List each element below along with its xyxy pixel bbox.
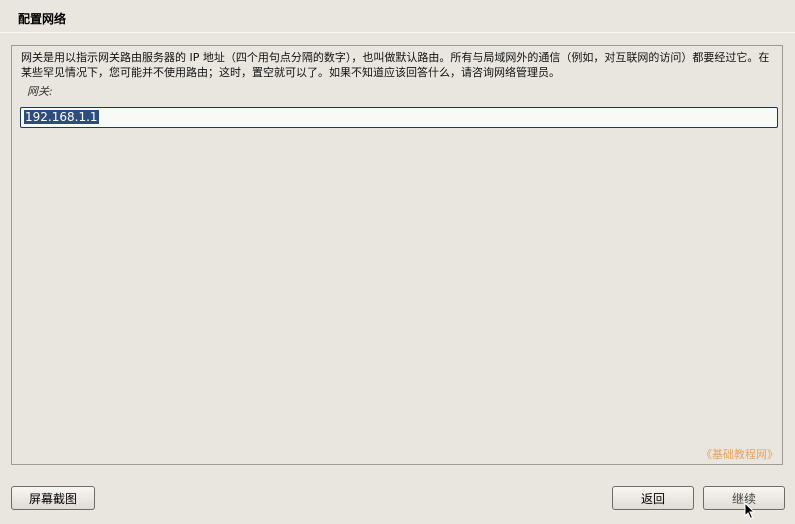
gateway-input[interactable]: 192.168.1.1 [20,107,778,128]
screenshot-button[interactable]: 屏幕截图 [11,486,95,510]
mouse-pointer-icon [744,501,756,524]
back-button[interactable]: 返回 [612,486,694,510]
gateway-label: 网关: [27,85,53,98]
page-title: 配置网络 [18,12,67,26]
gateway-input-value: 192.168.1.1 [24,110,99,124]
gateway-description: 网关是用以指示网关路由服务器的 IP 地址（四个用句点分隔的数字），也叫做默认路… [21,51,770,79]
title-divider [0,32,795,33]
watermark: 《基础教程网》 [701,448,778,461]
content-panel: 网关是用以指示网关路由服务器的 IP 地址（四个用句点分隔的数字），也叫做默认路… [11,45,783,465]
